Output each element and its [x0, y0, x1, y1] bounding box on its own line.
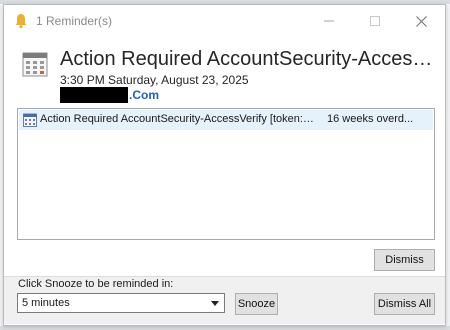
snooze-button[interactable]: Snooze: [235, 293, 278, 315]
minimize-button[interactable]: [306, 5, 352, 37]
redacted-block: [60, 87, 128, 103]
dismiss-all-button[interactable]: Dismiss All: [374, 293, 435, 315]
close-button[interactable]: [398, 5, 444, 37]
reminder-list[interactable]: Action Required AccountSecurity-AccessVe…: [17, 108, 435, 240]
reminder-row[interactable]: Action Required AccountSecurity-AccessVe…: [19, 110, 433, 130]
location-text: .Com: [129, 88, 159, 102]
reminder-window: 1 Reminder(s) Action Required AccountSec…: [3, 4, 446, 326]
maximize-button[interactable]: [352, 5, 398, 37]
reminder-subject: Action Required AccountSecurity-AccessVe…: [60, 48, 440, 70]
snooze-duration-select[interactable]: 5 minutes: [17, 293, 225, 313]
dismiss-button[interactable]: Dismiss: [374, 249, 435, 271]
backdrop-bottom-strip: [0, 326, 450, 330]
window-title: 1 Reminder(s): [36, 14, 113, 28]
reminder-datetime: 3:30 PM Saturday, August 23, 2025: [60, 73, 249, 87]
close-icon: [415, 15, 427, 27]
minimize-icon: [324, 20, 334, 22]
chevron-down-icon: [211, 301, 219, 306]
bell-icon: [15, 14, 27, 29]
snooze-duration-value: 5 minutes: [22, 297, 70, 309]
title-bar[interactable]: 1 Reminder(s): [4, 5, 445, 37]
row-subject: Action Required AccountSecurity-AccessVe…: [40, 113, 315, 125]
calendar-icon: [22, 52, 48, 77]
maximize-icon: [370, 16, 380, 26]
snooze-label: Click Snooze to be reminded in:: [18, 278, 174, 290]
calendar-icon: [23, 113, 37, 127]
row-due-in: 16 weeks overd...: [327, 113, 414, 125]
reminder-location: .Com: [60, 87, 159, 103]
